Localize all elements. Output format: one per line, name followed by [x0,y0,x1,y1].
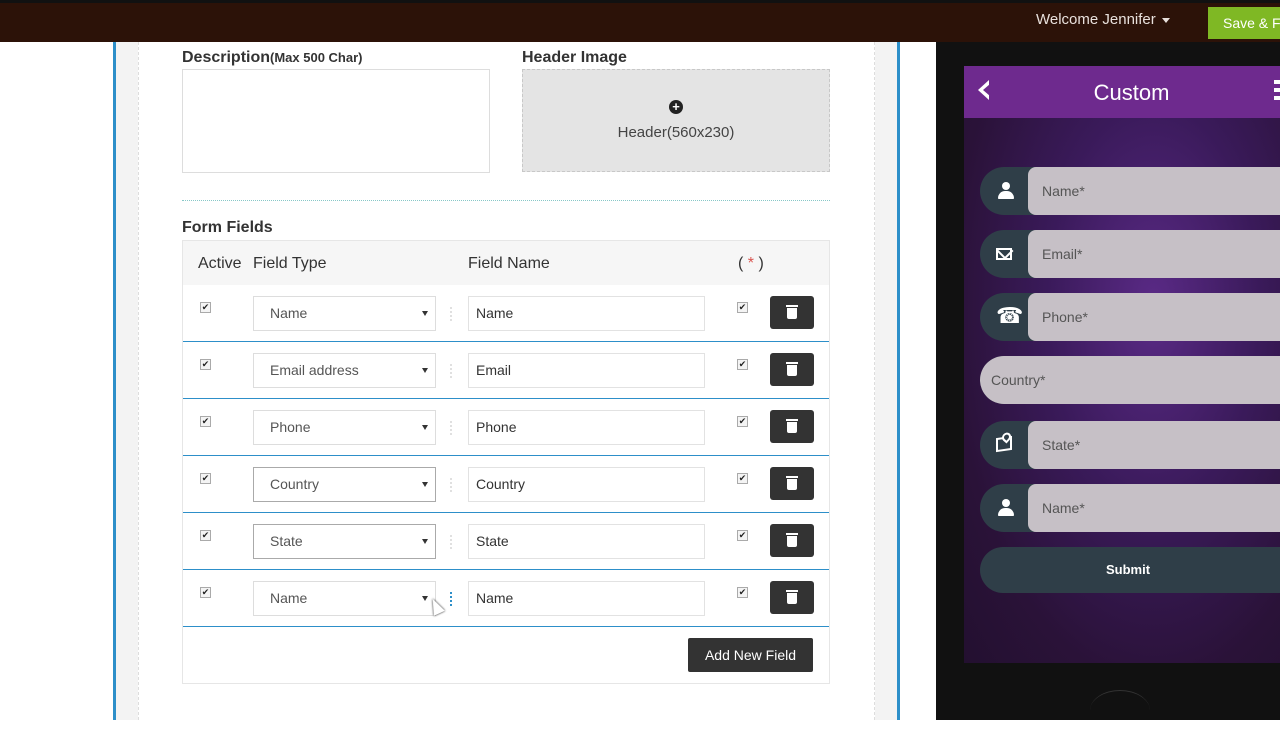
active-checkbox[interactable]: ✔ [200,302,211,313]
trash-icon [786,590,798,592]
active-checkbox[interactable]: ✔ [200,359,211,370]
field-name-input[interactable]: State [468,524,705,559]
field-type-select[interactable]: Name [253,581,436,616]
field-name-input[interactable]: Phone [468,410,705,445]
field-name-input[interactable]: Name [468,581,705,616]
drag-handle[interactable] [450,421,454,435]
preview-name-field-2[interactable]: Name* [980,484,1280,532]
required-checkbox[interactable]: ✔ [737,302,748,313]
preview-phone-field[interactable]: Phone* [980,293,1280,341]
preview-email-field[interactable]: Email* [980,230,1280,278]
col-field-type: Field Type [253,255,327,272]
field-type-select[interactable]: Country [253,467,436,502]
dropdown-arrow-icon [422,425,428,430]
section-divider [182,200,830,201]
add-new-field-button[interactable]: Add New Field [688,638,813,672]
plus-circle-icon: + [669,100,683,114]
menu-icon[interactable] [1274,80,1280,100]
dropdown-arrow-icon [422,368,428,373]
preview-submit-button[interactable]: Submit [980,547,1280,593]
preview-country-field[interactable]: Country* [980,356,1280,404]
header-image-label: Header Image [522,49,627,66]
trash-icon [786,476,798,478]
header-image-placeholder: Header(560x230) [617,124,735,141]
drag-handle[interactable] [450,307,454,321]
delete-field-button[interactable] [770,581,814,614]
required-checkbox[interactable]: ✔ [737,416,748,427]
active-checkbox[interactable]: ✔ [200,416,211,427]
delete-field-button[interactable] [770,353,814,386]
trash-icon [786,419,798,421]
delete-field-button[interactable] [770,524,814,557]
description-label: Description(Max 500 Char) [182,49,363,66]
trash-icon [786,533,798,535]
field-row: ✔ Email address Email ✔ [183,342,829,399]
field-name-input[interactable]: Name [468,296,705,331]
dropdown-arrow-icon [422,482,428,487]
col-required: ( * ) [738,255,764,272]
dropdown-arrow-icon [422,311,428,316]
field-name-input[interactable]: Country [468,467,705,502]
trash-icon [786,305,798,307]
description-hint: (Max 500 Char) [270,50,363,65]
field-row: ✔ State State ✔ [183,513,829,570]
field-row: ✔ Name Name ✔ [183,570,829,627]
delete-field-button[interactable] [770,410,814,443]
welcome-text: Welcome Jennifer [1036,11,1156,28]
drag-handle[interactable] [450,592,454,606]
envelope-icon [996,248,1012,260]
top-bar: Welcome Jennifer Save & Fi [0,0,1280,42]
header-image-upload[interactable]: + Header(560x230) [522,69,830,172]
col-active: Active [198,255,242,272]
drag-handle[interactable] [450,364,454,378]
phone-home-button [1090,690,1150,731]
delete-field-button[interactable] [770,467,814,500]
preview-state-field[interactable]: State* [980,421,1280,469]
required-checkbox[interactable]: ✔ [737,530,748,541]
caret-down-icon [1161,17,1170,23]
field-type-select[interactable]: Email address [253,353,436,388]
map-icon [996,435,1012,453]
drag-handle[interactable] [450,535,454,549]
phone-title: Custom [1093,80,1170,105]
form-fields-title: Form Fields [182,219,273,236]
field-type-select[interactable]: Name [253,296,436,331]
field-name-input[interactable]: Email [468,353,705,388]
description-textarea[interactable] [182,69,490,173]
trash-icon [786,362,798,364]
active-checkbox[interactable]: ✔ [200,530,211,541]
delete-field-button[interactable] [770,296,814,329]
field-type-select[interactable]: Phone [253,410,436,445]
active-checkbox[interactable]: ✔ [200,587,211,598]
user-icon [996,498,1016,518]
save-finish-button[interactable]: Save & Fi [1208,7,1280,39]
field-row: ✔ Phone Phone ✔ [183,399,829,456]
required-checkbox[interactable]: ✔ [737,587,748,598]
preview-name-field[interactable]: Name* [980,167,1280,215]
user-icon [996,181,1016,201]
drag-handle[interactable] [450,478,454,492]
phone-icon [996,304,1023,329]
col-field-name: Field Name [468,255,550,272]
field-type-select[interactable]: State [253,524,436,559]
field-row: ✔ Country Country ✔ [183,456,829,513]
active-checkbox[interactable]: ✔ [200,473,211,484]
required-checkbox[interactable]: ✔ [737,359,748,370]
user-menu[interactable]: Welcome Jennifer [1036,11,1170,28]
dropdown-arrow-icon [422,539,428,544]
required-checkbox[interactable]: ✔ [737,473,748,484]
field-row: ✔ Name Name ✔ [183,285,829,342]
